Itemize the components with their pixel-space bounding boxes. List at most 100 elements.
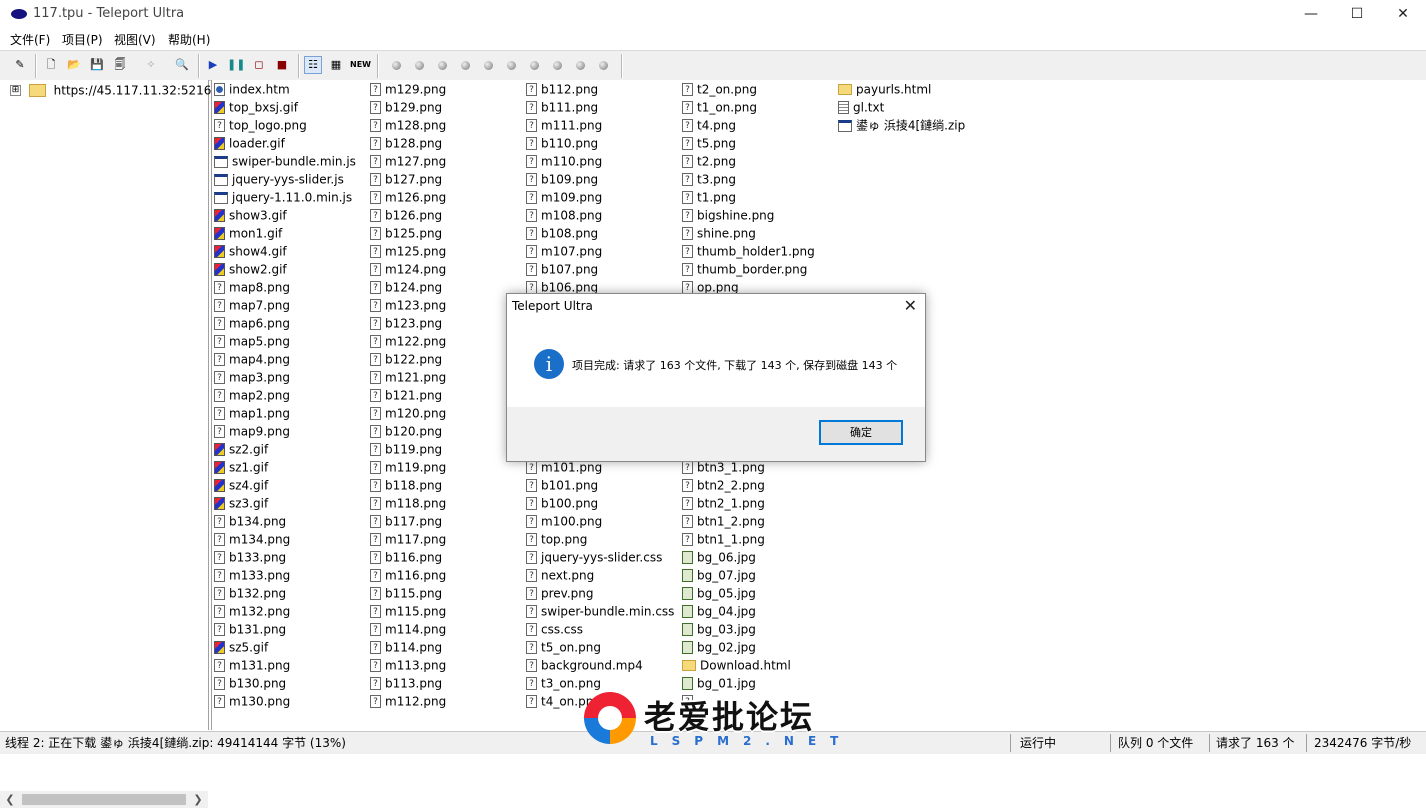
file-item[interactable]: ? b116.png bbox=[370, 548, 526, 566]
menu-view[interactable]: 视图(V) bbox=[114, 31, 156, 48]
wizard-icon[interactable]: ✧ bbox=[142, 56, 160, 74]
file-item[interactable]: ? b111.png bbox=[526, 98, 682, 116]
file-item[interactable]: ? m116.png bbox=[370, 566, 526, 584]
file-item[interactable]: 鍙ゅ 浜掕4[鏈绱.zip bbox=[838, 116, 994, 134]
file-item[interactable]: ? map3.png bbox=[214, 368, 370, 386]
tree-root-label[interactable]: https://45.117.11.32:52161/ bbox=[54, 84, 223, 98]
save-as-icon[interactable]: 🗐 bbox=[111, 56, 129, 74]
open-folder-icon[interactable]: 📂 bbox=[65, 56, 83, 74]
file-item[interactable]: ? m125.png bbox=[370, 242, 526, 260]
expand-icon[interactable]: ⊞ bbox=[10, 85, 21, 96]
file-item[interactable]: ? b120.png bbox=[370, 422, 526, 440]
file-item[interactable]: ? m108.png bbox=[526, 206, 682, 224]
file-item[interactable]: ? m115.png bbox=[370, 602, 526, 620]
stop-icon[interactable]: ◻ bbox=[250, 56, 268, 74]
file-item[interactable]: ? b125.png bbox=[370, 224, 526, 242]
scroll-right-icon[interactable]: ❯ bbox=[190, 791, 206, 808]
file-item[interactable]: ? m133.png bbox=[214, 566, 370, 584]
file-item[interactable]: sz3.gif bbox=[214, 494, 370, 512]
file-item[interactable]: ? b109.png bbox=[526, 170, 682, 188]
dialog-close-button[interactable]: ✕ bbox=[904, 296, 917, 315]
file-item[interactable]: ? map8.png bbox=[214, 278, 370, 296]
file-item[interactable]: sz1.gif bbox=[214, 458, 370, 476]
file-item[interactable]: ? b122.png bbox=[370, 350, 526, 368]
file-item[interactable]: ? top.png bbox=[526, 530, 682, 548]
file-item[interactable]: ? m131.png bbox=[214, 656, 370, 674]
file-item[interactable]: ? css.css bbox=[526, 620, 682, 638]
tree-root[interactable]: ⊞ https://45.117.11.32:52161/ bbox=[10, 83, 223, 101]
play-icon[interactable]: ▶ bbox=[204, 56, 222, 74]
file-item[interactable]: ? btn2_1.png bbox=[682, 494, 838, 512]
file-item[interactable]: ? map5.png bbox=[214, 332, 370, 350]
file-item[interactable]: ? t1.png bbox=[682, 188, 838, 206]
file-item[interactable]: ? t5_on.png bbox=[526, 638, 682, 656]
file-item[interactable]: ? swiper-bundle.min.css bbox=[526, 602, 682, 620]
new-files-icon[interactable]: NEW bbox=[350, 56, 371, 74]
file-item[interactable]: ? m128.png bbox=[370, 116, 526, 134]
file-item[interactable]: ? b130.png bbox=[214, 674, 370, 692]
file-item[interactable]: ? b112.png bbox=[526, 80, 682, 98]
file-item[interactable]: ? map4.png bbox=[214, 350, 370, 368]
file-item[interactable]: ? m130.png bbox=[214, 692, 370, 710]
file-item[interactable]: ? b114.png bbox=[370, 638, 526, 656]
file-item[interactable]: ? m129.png bbox=[370, 80, 526, 98]
file-item[interactable]: ? m107.png bbox=[526, 242, 682, 260]
file-item[interactable]: ? m110.png bbox=[526, 152, 682, 170]
file-item[interactable]: ? m113.png bbox=[370, 656, 526, 674]
file-item[interactable]: ? t2_on.png bbox=[682, 80, 838, 98]
file-item[interactable]: ? background.mp4 bbox=[526, 656, 682, 674]
find-icon[interactable]: 🔍 bbox=[173, 56, 191, 74]
file-item[interactable]: ? map6.png bbox=[214, 314, 370, 332]
scrollbar-thumb[interactable] bbox=[22, 794, 186, 805]
file-item[interactable]: ? btn2_2.png bbox=[682, 476, 838, 494]
file-item[interactable]: ? m100.png bbox=[526, 512, 682, 530]
file-item[interactable]: ? shine.png bbox=[682, 224, 838, 242]
file-item[interactable]: ? b121.png bbox=[370, 386, 526, 404]
file-item[interactable]: show2.gif bbox=[214, 260, 370, 278]
file-item[interactable]: ? b113.png bbox=[370, 674, 526, 692]
detail-view-icon[interactable]: ▦ bbox=[327, 56, 345, 74]
file-item[interactable]: ? m121.png bbox=[370, 368, 526, 386]
menu-project[interactable]: 项目(P) bbox=[62, 31, 103, 48]
file-item[interactable]: ? bigshine.png bbox=[682, 206, 838, 224]
file-item[interactable]: ? m120.png bbox=[370, 404, 526, 422]
file-item[interactable]: bg_06.jpg bbox=[682, 548, 838, 566]
file-item[interactable]: ? map9.png bbox=[214, 422, 370, 440]
file-item[interactable]: ? m134.png bbox=[214, 530, 370, 548]
file-item[interactable]: ? m126.png bbox=[370, 188, 526, 206]
file-item[interactable]: ? next.png bbox=[526, 566, 682, 584]
file-item[interactable]: ? map1.png bbox=[214, 404, 370, 422]
file-item[interactable]: ? m119.png bbox=[370, 458, 526, 476]
file-item[interactable]: ? t4.png bbox=[682, 116, 838, 134]
file-item[interactable]: ? m117.png bbox=[370, 530, 526, 548]
file-item[interactable]: ? t3.png bbox=[682, 170, 838, 188]
file-item[interactable]: ? m112.png bbox=[370, 692, 526, 710]
file-item[interactable]: ? b118.png bbox=[370, 476, 526, 494]
file-item[interactable]: ? b124.png bbox=[370, 278, 526, 296]
file-item[interactable]: payurls.html bbox=[838, 80, 994, 98]
file-item[interactable]: ? map2.png bbox=[214, 386, 370, 404]
save-icon[interactable]: 💾 bbox=[88, 56, 106, 74]
file-item[interactable]: ? thumb_holder1.png bbox=[682, 242, 838, 260]
file-item[interactable]: ? m124.png bbox=[370, 260, 526, 278]
file-item[interactable]: sz5.gif bbox=[214, 638, 370, 656]
file-item[interactable]: swiper-bundle.min.js bbox=[214, 152, 370, 170]
file-item[interactable]: ? b123.png bbox=[370, 314, 526, 332]
list-view-icon[interactable]: ☷ bbox=[304, 56, 322, 74]
file-item[interactable]: ? b110.png bbox=[526, 134, 682, 152]
file-item[interactable]: ? t1_on.png bbox=[682, 98, 838, 116]
stop-all-icon[interactable]: ■ bbox=[273, 56, 291, 74]
file-item[interactable]: ? m127.png bbox=[370, 152, 526, 170]
file-item[interactable]: top_bxsj.gif bbox=[214, 98, 370, 116]
file-item[interactable]: show3.gif bbox=[214, 206, 370, 224]
file-item[interactable]: ? b100.png bbox=[526, 494, 682, 512]
file-item[interactable]: ? b119.png bbox=[370, 440, 526, 458]
ok-button[interactable]: 确定 bbox=[819, 420, 903, 445]
file-item[interactable]: bg_04.jpg bbox=[682, 602, 838, 620]
file-item[interactable]: ? map7.png bbox=[214, 296, 370, 314]
close-button[interactable]: ✕ bbox=[1380, 0, 1426, 28]
file-item[interactable]: ? b133.png bbox=[214, 548, 370, 566]
file-item[interactable]: loader.gif bbox=[214, 134, 370, 152]
file-item[interactable]: sz2.gif bbox=[214, 440, 370, 458]
file-item[interactable]: jquery-yys-slider.js bbox=[214, 170, 370, 188]
